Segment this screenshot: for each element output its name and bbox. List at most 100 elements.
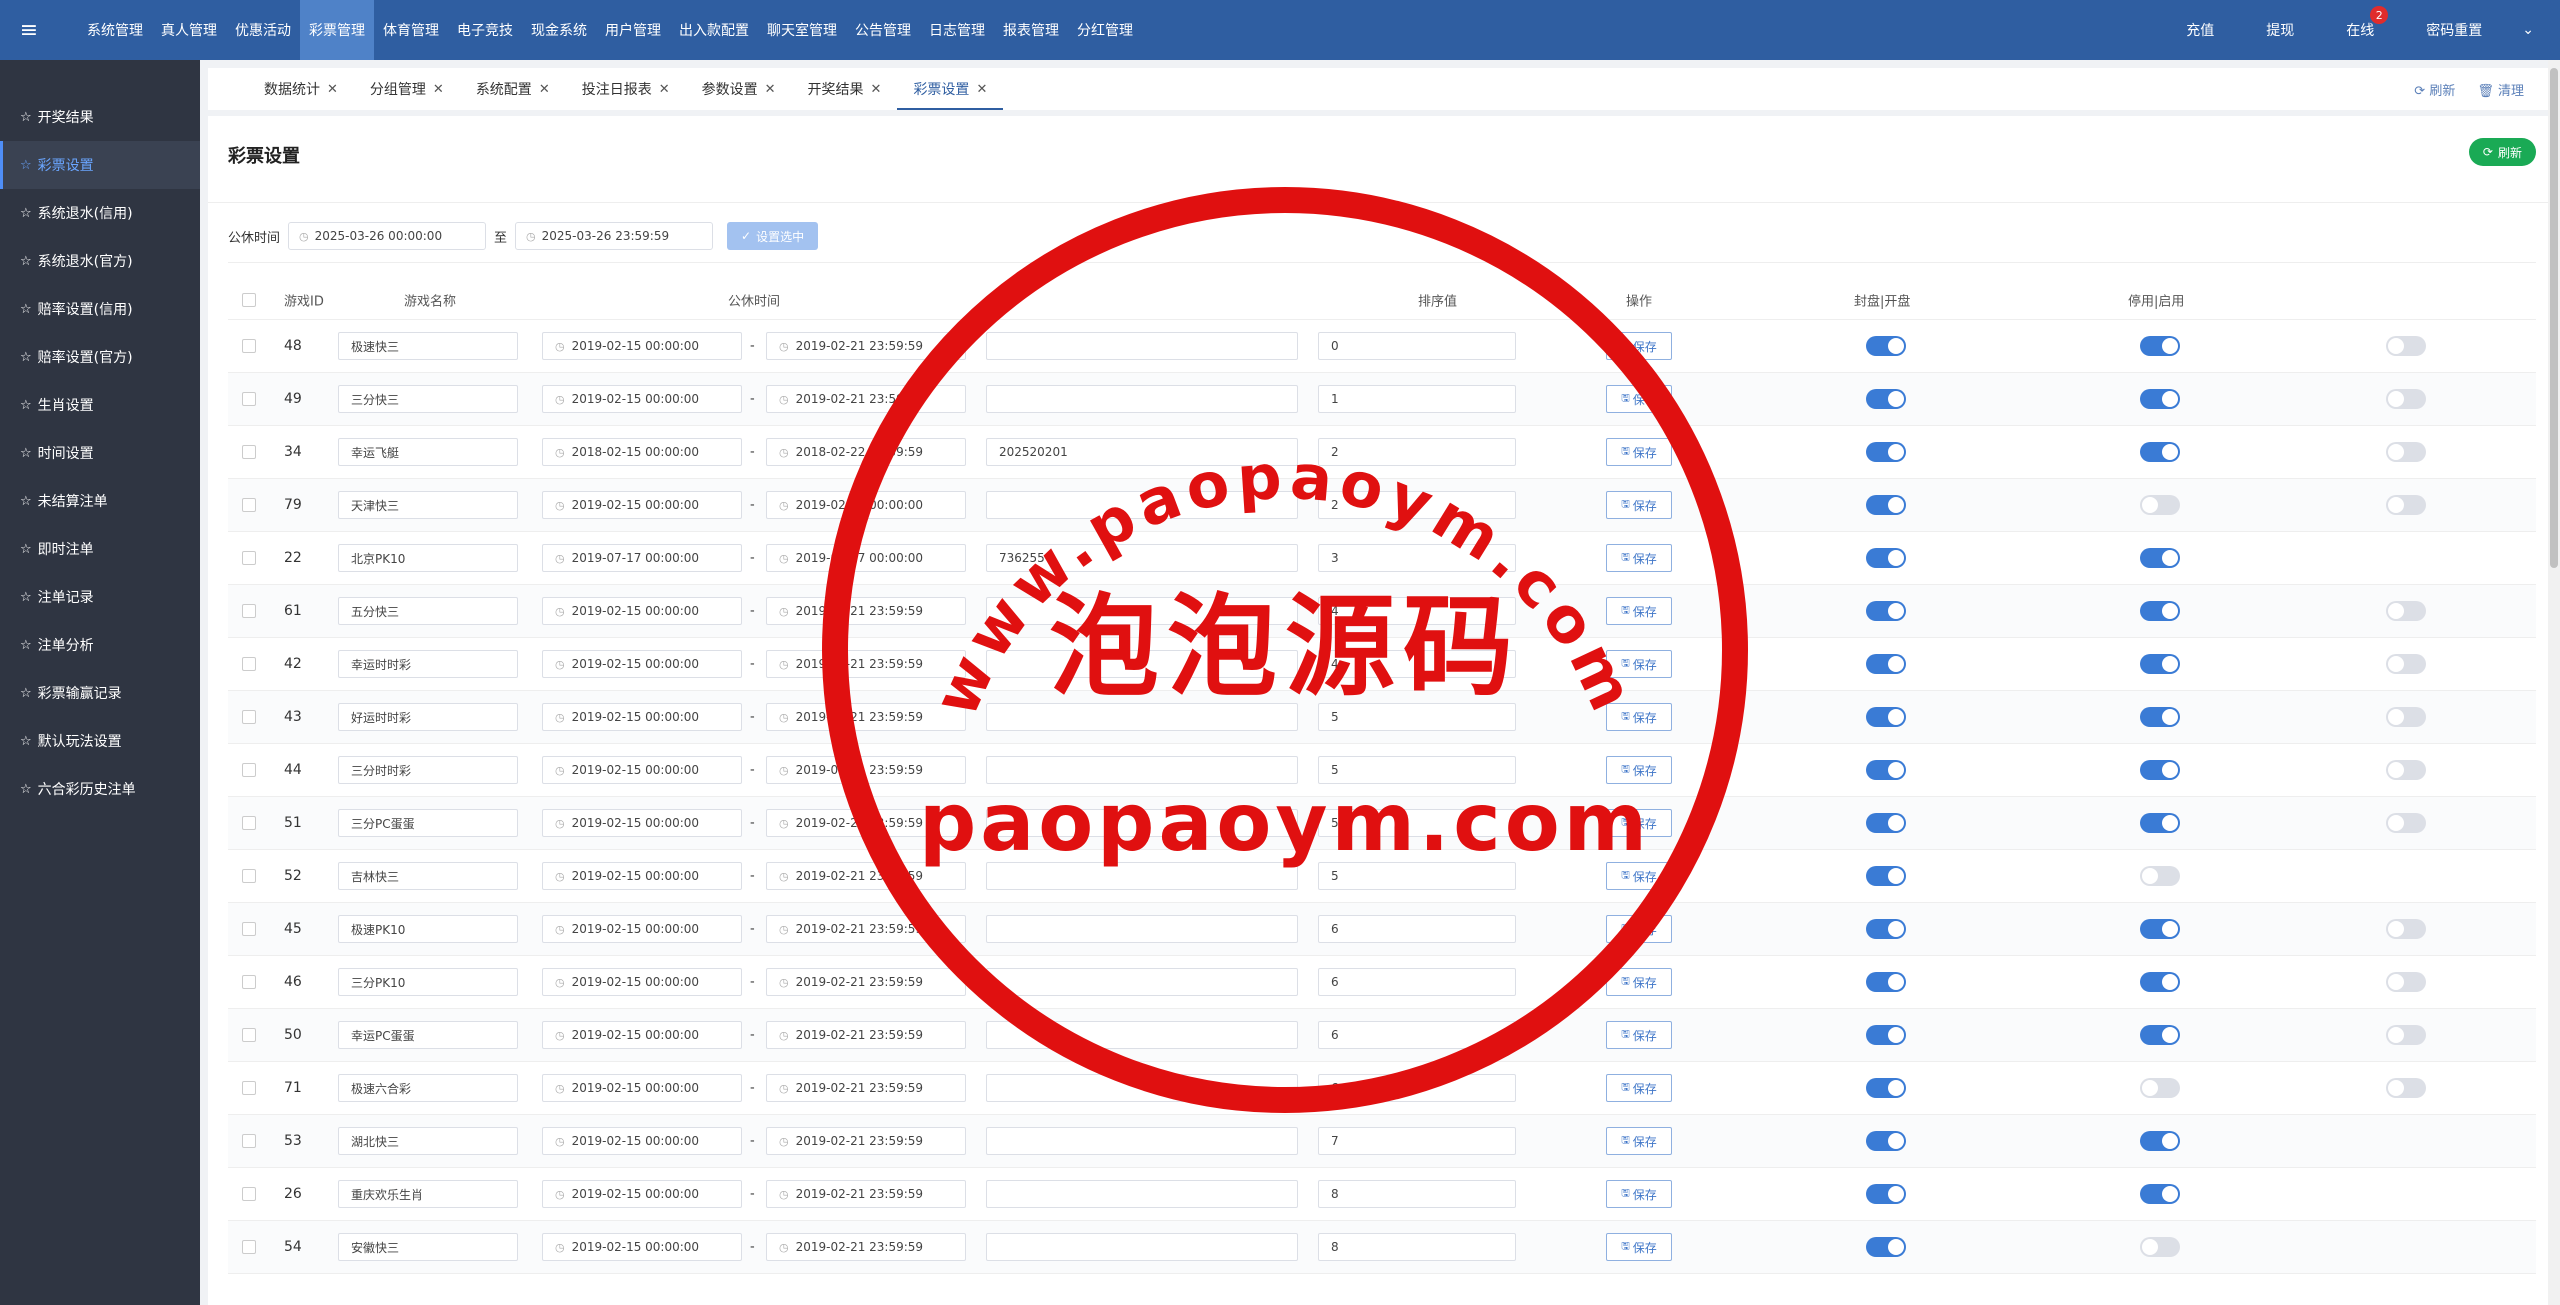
sort-input[interactable]: 5 — [1318, 756, 1516, 784]
row-checkbox[interactable] — [242, 1081, 256, 1095]
row-checkbox[interactable] — [242, 339, 256, 353]
sidebar-item[interactable]: ☆ 时间设置 — [0, 429, 200, 477]
withdraw-link[interactable]: 提现 — [2266, 20, 2294, 40]
issue-input[interactable] — [986, 968, 1298, 996]
topnav-item[interactable]: 真人管理 — [152, 0, 226, 60]
rest-start-input[interactable]: ◷ 2019-02-15 00:00:00 — [542, 332, 742, 360]
scrollbar-thumb[interactable] — [2550, 68, 2558, 568]
close-open-switch[interactable] — [1866, 548, 1906, 568]
game-name-input[interactable]: 三分时时彩 — [338, 756, 518, 784]
sidebar-item[interactable]: ☆ 六合彩历史注单 — [0, 765, 200, 813]
sort-input[interactable]: 6 — [1318, 915, 1516, 943]
extra-switch[interactable] — [2386, 601, 2426, 621]
row-checkbox[interactable] — [242, 604, 256, 618]
save-button[interactable]: 🖫 保存 — [1606, 862, 1672, 890]
close-open-switch[interactable] — [1866, 601, 1906, 621]
extra-switch[interactable] — [2386, 813, 2426, 833]
save-button[interactable]: 🖫 保存 — [1606, 491, 1672, 519]
game-name-input[interactable]: 好运时时彩 — [338, 703, 518, 731]
tab[interactable]: 系统配置 ✕ — [460, 68, 566, 110]
extra-switch[interactable] — [2386, 654, 2426, 674]
sidebar-item[interactable]: ☆ 未结算注单 — [0, 477, 200, 525]
disable-enable-switch[interactable] — [2140, 654, 2180, 674]
close-icon[interactable]: ✕ — [976, 82, 987, 97]
game-name-input[interactable]: 幸运时时彩 — [338, 650, 518, 678]
game-name-input[interactable]: 湖北快三 — [338, 1127, 518, 1155]
game-name-input[interactable]: 安徽快三 — [338, 1233, 518, 1261]
row-checkbox[interactable] — [242, 869, 256, 883]
game-name-input[interactable]: 极速快三 — [338, 332, 518, 360]
rest-end-input[interactable]: ◷ 2019-02-21 23:59:59 — [766, 1127, 966, 1155]
sort-input[interactable]: 6 — [1318, 968, 1516, 996]
disable-enable-switch[interactable] — [2140, 548, 2180, 568]
filter-end-input[interactable]: ◷ 2025-03-26 23:59:59 — [515, 222, 714, 250]
row-checkbox[interactable] — [242, 392, 256, 406]
close-open-switch[interactable] — [1866, 654, 1906, 674]
game-name-input[interactable]: 三分PC蛋蛋 — [338, 809, 518, 837]
game-name-input[interactable]: 极速六合彩 — [338, 1074, 518, 1102]
sort-input[interactable]: 8 — [1318, 1233, 1516, 1261]
close-icon[interactable]: ✕ — [765, 82, 776, 97]
sidebar-item[interactable]: ☆ 系统退水(信用) — [0, 189, 200, 237]
game-name-input[interactable]: 三分快三 — [338, 385, 518, 413]
rest-end-input[interactable]: ◷ 2019-02-21 23:59:59 — [766, 809, 966, 837]
close-open-switch[interactable] — [1866, 866, 1906, 886]
rest-end-input[interactable]: ◷ 2019-02-21 23:59:59 — [766, 597, 966, 625]
sort-input[interactable]: 4 — [1318, 597, 1516, 625]
issue-input[interactable] — [986, 703, 1298, 731]
extra-switch[interactable] — [2386, 336, 2426, 356]
topnav-item[interactable]: 电子竞技 — [448, 0, 522, 60]
rest-start-input[interactable]: ◷ 2019-02-15 00:00:00 — [542, 1127, 742, 1155]
rest-start-input[interactable]: ◷ 2019-02-15 00:00:00 — [542, 968, 742, 996]
rest-start-input[interactable]: ◷ 2019-02-15 00:00:00 — [542, 915, 742, 943]
rest-end-input[interactable]: ◷ 2019-02-21 23:59:59 — [766, 1180, 966, 1208]
save-button[interactable]: 🖫 保存 — [1606, 756, 1672, 784]
tab[interactable]: 数据统计 ✕ — [248, 68, 354, 110]
issue-input[interactable] — [986, 1074, 1298, 1102]
disable-enable-switch[interactable] — [2140, 866, 2180, 886]
rest-end-input[interactable]: ◷ 2018-02-22 23:59:59 — [766, 438, 966, 466]
tab[interactable]: 投注日报表 ✕ — [566, 68, 686, 110]
rest-start-input[interactable]: ◷ 2019-02-15 00:00:00 — [542, 650, 742, 678]
chevron-down-icon[interactable]: ⌄ — [2522, 22, 2534, 38]
topnav-item[interactable]: 现金系统 — [522, 0, 596, 60]
game-name-input[interactable]: 重庆欢乐生肖 — [338, 1180, 518, 1208]
topnav-item[interactable]: 日志管理 — [920, 0, 994, 60]
issue-input[interactable] — [986, 332, 1298, 360]
disable-enable-switch[interactable] — [2140, 389, 2180, 409]
game-name-input[interactable]: 五分快三 — [338, 597, 518, 625]
disable-enable-switch[interactable] — [2140, 1131, 2180, 1151]
sidebar-item[interactable]: ☆ 默认玩法设置 — [0, 717, 200, 765]
recharge-link[interactable]: 充值 — [2186, 20, 2214, 40]
topnav-item[interactable]: 报表管理 — [994, 0, 1068, 60]
save-button[interactable]: 🖫 保存 — [1606, 968, 1672, 996]
filter-start-input[interactable]: ◷ 2025-03-26 00:00:00 — [288, 222, 487, 250]
topnav-item[interactable]: 出入款配置 — [670, 0, 758, 60]
disable-enable-switch[interactable] — [2140, 1078, 2180, 1098]
rest-start-input[interactable]: ◷ 2019-02-15 00:00:00 — [542, 703, 742, 731]
save-button[interactable]: 🖫 保存 — [1606, 544, 1672, 572]
set-selected-button[interactable]: ✓ 设置选中 — [727, 222, 819, 250]
tabs-refresh-button[interactable]: ⟳ 刷新 — [2414, 80, 2455, 99]
row-checkbox[interactable] — [242, 551, 256, 565]
disable-enable-switch[interactable] — [2140, 972, 2180, 992]
close-icon[interactable]: ✕ — [539, 82, 550, 97]
disable-enable-switch[interactable] — [2140, 1237, 2180, 1257]
rest-start-input[interactable]: ◷ 2019-02-15 00:00:00 — [542, 756, 742, 784]
sidebar-item[interactable]: ☆ 赔率设置(官方) — [0, 333, 200, 381]
sort-input[interactable]: 6 — [1318, 1074, 1516, 1102]
extra-switch[interactable] — [2386, 389, 2426, 409]
row-checkbox[interactable] — [242, 816, 256, 830]
issue-input[interactable] — [986, 915, 1298, 943]
page-refresh-button[interactable]: ⟳ 刷新 — [2468, 138, 2536, 166]
issue-input[interactable] — [986, 1180, 1298, 1208]
topnav-item[interactable]: 优惠活动 — [226, 0, 300, 60]
game-name-input[interactable]: 三分PK10 — [338, 968, 518, 996]
online-link[interactable]: 在线 2 — [2346, 6, 2389, 40]
row-checkbox[interactable] — [242, 1240, 256, 1254]
row-checkbox[interactable] — [242, 763, 256, 777]
issue-input[interactable] — [986, 491, 1298, 519]
topnav-item[interactable]: 彩票管理 — [300, 0, 374, 60]
select-all-checkbox[interactable] — [242, 292, 256, 307]
rest-start-input[interactable]: ◷ 2019-02-15 00:00:00 — [542, 1233, 742, 1261]
